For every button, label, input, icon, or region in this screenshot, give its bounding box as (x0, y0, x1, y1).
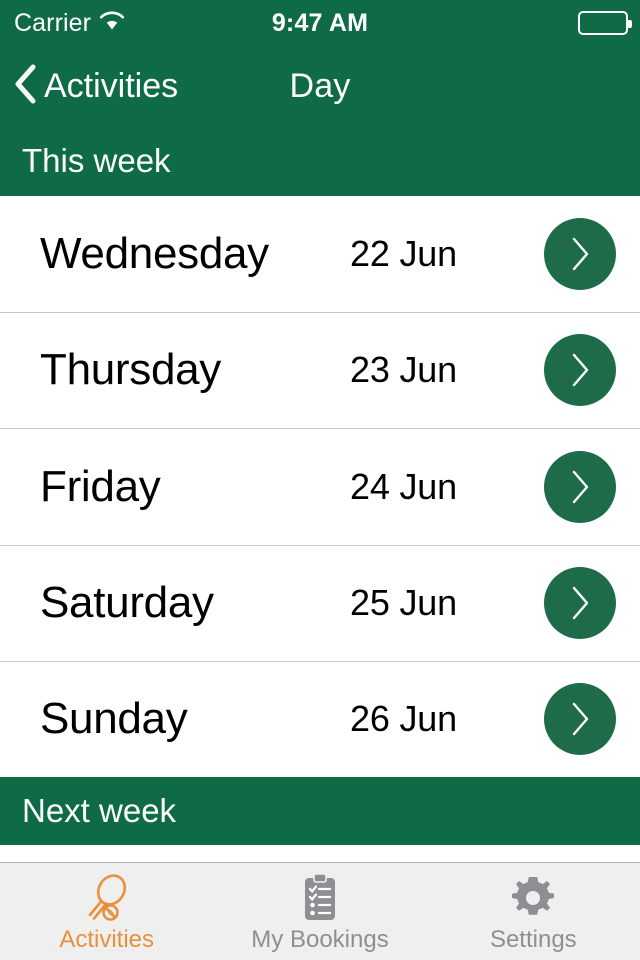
chevron-right-icon[interactable] (544, 218, 616, 291)
tab-label-my-bookings: My Bookings (251, 925, 389, 953)
day-name: Sunday (40, 693, 188, 743)
tab-label-activities: Activities (59, 925, 154, 953)
status-bar: Carrier 9:47 AM (0, 0, 640, 46)
battery-full-icon (578, 11, 632, 35)
tab-label-settings: Settings (489, 925, 577, 953)
clipboard-checklist-icon (298, 872, 342, 924)
status-bar-time: 9:47 AM (271, 8, 369, 37)
day-name: Thursday (40, 345, 222, 395)
table-row[interactable]: Saturday 25 Jun (0, 544, 640, 661)
table-row[interactable]: Wednesday 22 Jun (0, 196, 640, 313)
status-bar-right (578, 0, 632, 46)
tab-my-bookings[interactable]: My Bookings (213, 863, 426, 960)
page-title: Day (289, 66, 351, 105)
day-list: Wednesday 22 Jun Thursday 23 Jun Friday … (0, 196, 640, 778)
chevron-right-icon[interactable] (544, 566, 616, 639)
day-date: 26 Jun (350, 697, 457, 739)
navigation-bar: Activities Day (0, 46, 640, 126)
chevron-right-icon[interactable] (544, 450, 616, 523)
tab-activities[interactable]: Activities (0, 863, 213, 960)
tab-settings[interactable]: Settings (427, 863, 640, 960)
day-date: 25 Jun (350, 581, 457, 623)
gear-icon (509, 872, 557, 924)
day-date: 24 Jun (350, 465, 457, 507)
table-row[interactable]: Sunday 26 Jun (0, 660, 640, 778)
table-row[interactable]: Thursday 23 Jun (0, 312, 640, 429)
chevron-right-icon[interactable] (544, 334, 616, 407)
app-screen: Carrier 9:47 AM Activities Day This week… (0, 0, 640, 960)
day-name: Saturday (40, 577, 214, 627)
day-date: 23 Jun (350, 349, 457, 391)
section-header-this-week: This week (0, 126, 640, 196)
section-header-next-week[interactable]: Next week (0, 777, 640, 845)
tennis-racket-icon (83, 872, 131, 924)
day-name: Wednesday (40, 229, 269, 279)
chevron-right-icon[interactable] (544, 682, 616, 755)
table-row[interactable]: Friday 24 Jun (0, 428, 640, 545)
tab-bar: Activities My Bookings Settings (0, 862, 640, 960)
day-name: Friday (40, 461, 161, 511)
day-date: 22 Jun (350, 233, 457, 275)
tab-bar-gap (0, 845, 640, 862)
